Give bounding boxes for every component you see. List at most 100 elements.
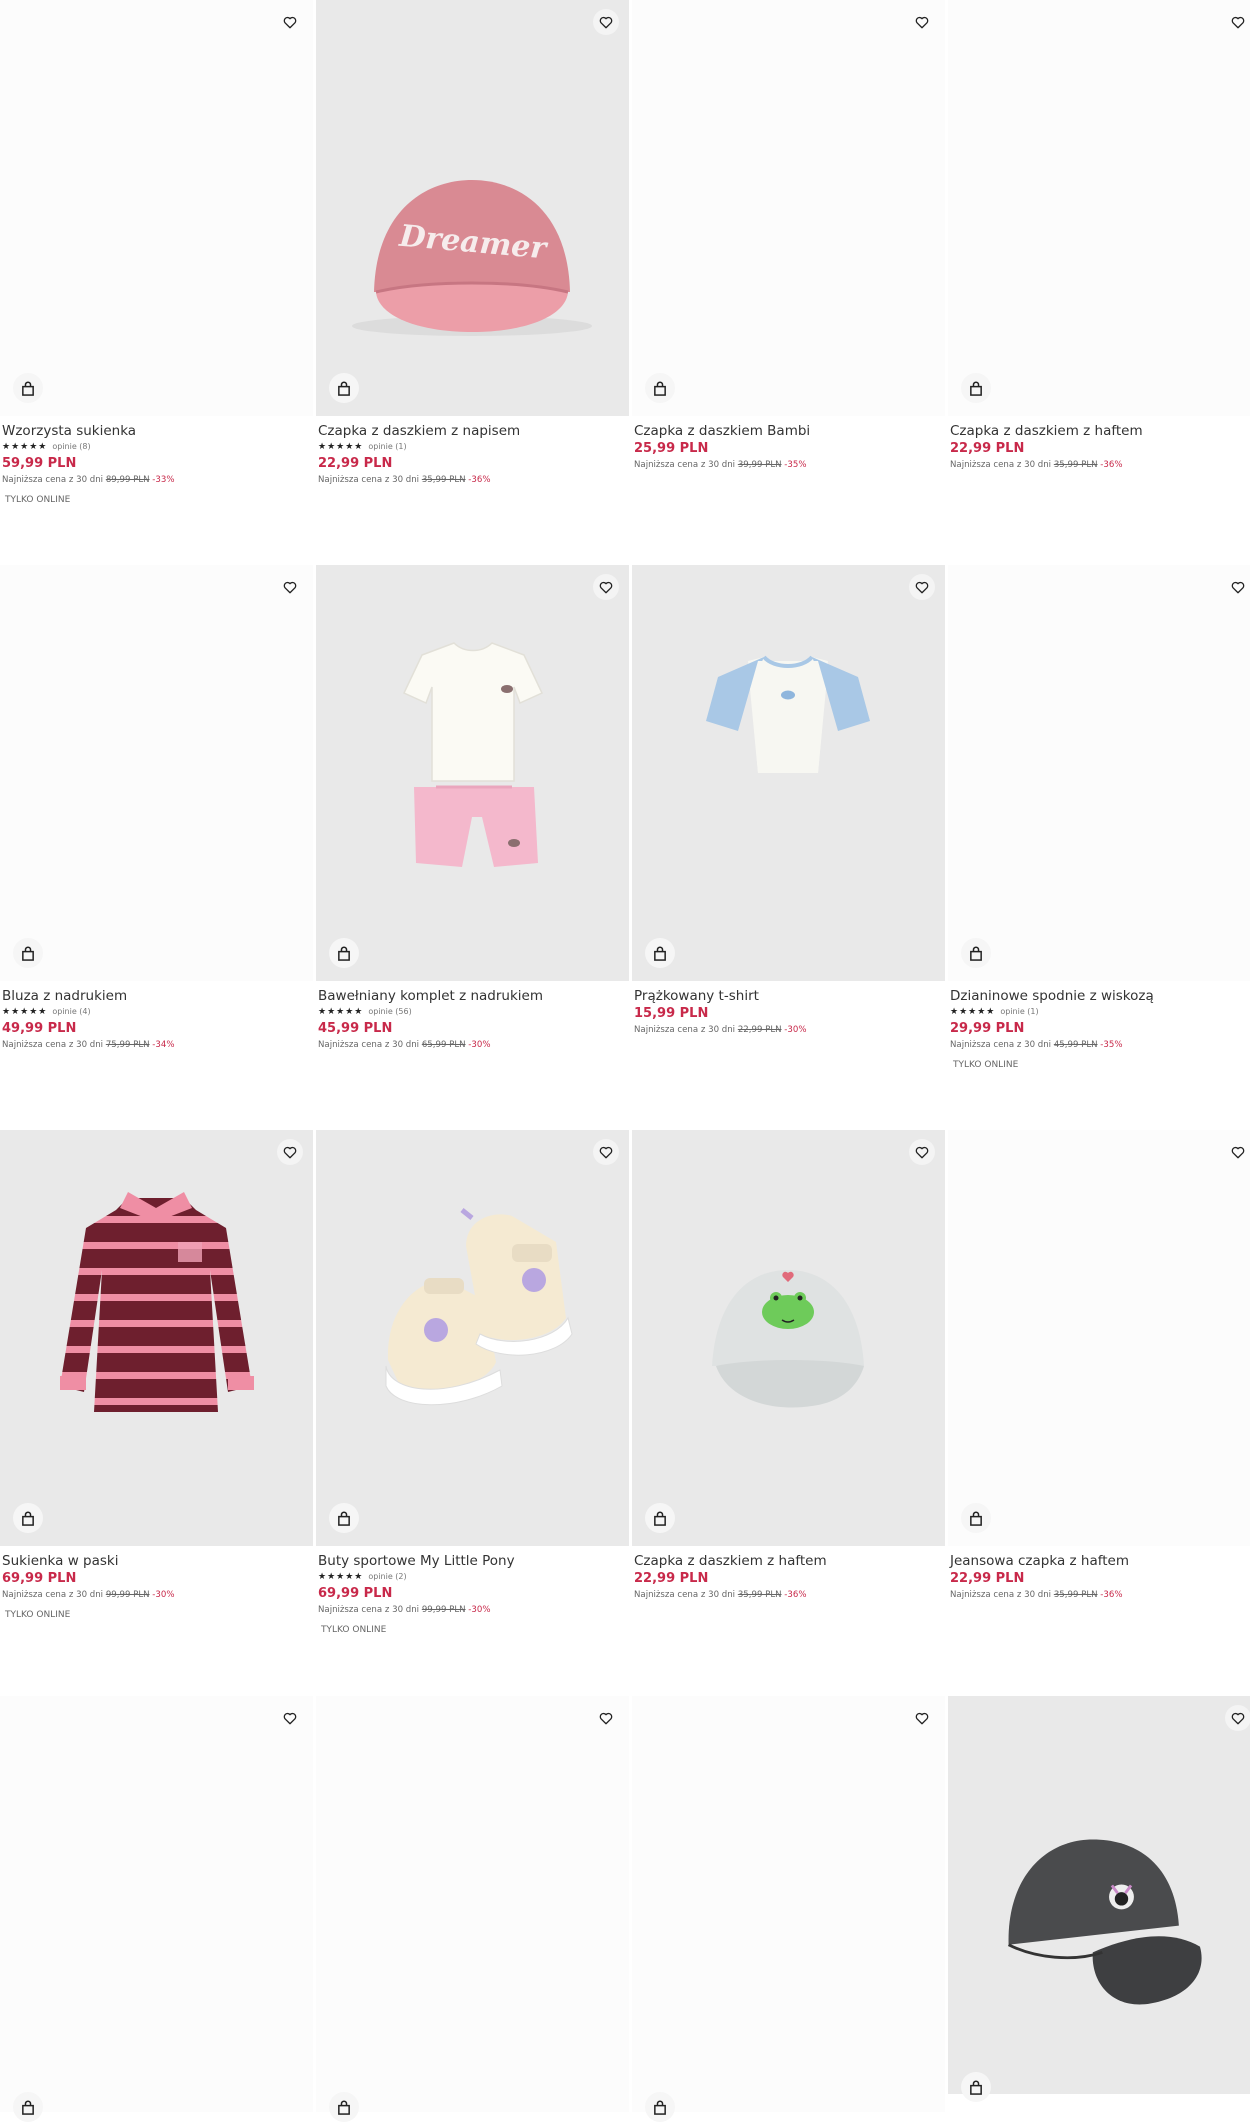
product-name[interactable]: Sukienka w paski (2, 1552, 311, 1570)
review-count[interactable]: opinie (8) (52, 441, 90, 453)
product-name[interactable]: Czapka z daszkiem z napisem (318, 422, 627, 440)
product-card[interactable] (0, 1696, 313, 2122)
product-card[interactable]: Czapka z daszkiem z haftem 22,99 PLN Naj… (948, 0, 1250, 472)
product-price: 15,99 PLN (634, 1006, 709, 1021)
shopping-bag-icon[interactable] (13, 938, 43, 968)
shopping-bag-icon[interactable] (645, 938, 675, 968)
shopping-bag-icon[interactable] (329, 2092, 359, 2122)
heart-icon[interactable] (909, 574, 935, 600)
discount: -35% (784, 460, 807, 470)
product-card[interactable]: Dreamer Czapka z daszkiem z napisem ★★★★… (316, 0, 629, 487)
product-name[interactable]: Czapka z daszkiem z haftem (634, 1552, 943, 1570)
heart-icon[interactable] (277, 1705, 303, 1731)
product-card[interactable]: Bluza z nadrukiem ★★★★★ opinie (4) 49,99… (0, 565, 313, 1052)
product-name[interactable]: Buty sportowe My Little Pony (318, 1552, 627, 1570)
product-card[interactable]: Dzianinowe spodnie z wiskozą ★★★★★ opini… (948, 565, 1250, 1071)
heart-icon[interactable] (277, 9, 303, 35)
product-name[interactable]: Jeansowa czapka z haftem (950, 1552, 1250, 1570)
lowest-price-info: Najniższa cena z 30 dni 35,99 PLN -36% (950, 1590, 1123, 1600)
heart-icon[interactable] (1225, 1705, 1250, 1731)
product-image[interactable] (0, 0, 313, 416)
shopping-bag-icon[interactable] (961, 1503, 991, 1533)
product-card[interactable] (948, 1696, 1250, 2102)
product-name[interactable]: Czapka z daszkiem z haftem (950, 422, 1250, 440)
product-image[interactable] (316, 1130, 629, 1546)
product-image[interactable]: Dreamer (316, 0, 629, 416)
old-price: 45,99 PLN (1053, 1040, 1098, 1050)
heart-icon[interactable] (593, 1139, 619, 1165)
shopping-bag-icon[interactable] (329, 373, 359, 403)
product-price: 29,99 PLN (950, 1021, 1025, 1036)
product-price: 25,99 PLN (634, 441, 709, 456)
lowest-price-info: Najniższa cena z 30 dni 35,99 PLN -36% (950, 460, 1123, 470)
product-image[interactable] (632, 1696, 945, 2122)
product-image[interactable] (0, 1696, 313, 2122)
lowest-price-info: Najniższa cena z 30 dni 35,99 PLN -36% (318, 475, 491, 485)
product-name[interactable]: Dzianinowe spodnie z wiskozą (950, 987, 1250, 1005)
heart-icon[interactable] (909, 1705, 935, 1731)
shopping-bag-icon[interactable] (961, 938, 991, 968)
shopping-bag-icon[interactable] (645, 1503, 675, 1533)
discount: -36% (468, 475, 491, 485)
review-count[interactable]: opinie (1) (368, 441, 406, 453)
product-card[interactable]: Jeansowa czapka z haftem 22,99 PLN Najni… (948, 1130, 1250, 1602)
product-card[interactable] (632, 1696, 945, 2122)
heart-icon[interactable] (1225, 9, 1250, 35)
heart-icon[interactable] (277, 1139, 303, 1165)
product-name[interactable]: Czapka z daszkiem Bambi (634, 422, 943, 440)
heart-icon[interactable] (593, 1705, 619, 1731)
review-count[interactable]: opinie (4) (52, 1006, 90, 1018)
review-count[interactable]: opinie (1) (1000, 1006, 1038, 1018)
shopping-bag-icon[interactable] (13, 373, 43, 403)
shopping-bag-icon[interactable] (13, 2092, 43, 2122)
heart-icon[interactable] (593, 9, 619, 35)
product-card[interactable]: Prążkowany t-shirt 15,99 PLN Najniższa c… (632, 565, 945, 1037)
product-image[interactable] (632, 565, 945, 981)
product-image[interactable] (632, 1130, 945, 1546)
shopping-bag-icon[interactable] (961, 373, 991, 403)
shopping-bag-icon[interactable] (329, 938, 359, 968)
product-name[interactable]: Bawełniany komplet z nadrukiem (318, 987, 627, 1005)
product-image[interactable] (948, 565, 1250, 981)
review-count[interactable]: opinie (56) (368, 1006, 411, 1018)
sneakers-icon (385, 1208, 573, 1406)
lowest-price-info: Najniższa cena z 30 dni 99,99 PLN -30% (2, 1590, 175, 1600)
product-card[interactable]: Bawełniany komplet z nadrukiem ★★★★★ opi… (316, 565, 629, 1052)
product-image[interactable] (0, 565, 313, 981)
heart-icon[interactable] (909, 1139, 935, 1165)
heart-icon[interactable] (1225, 1139, 1250, 1165)
product-name[interactable]: Prążkowany t-shirt (634, 987, 943, 1005)
product-image[interactable] (316, 565, 629, 981)
product-name[interactable]: Wzorzysta sukienka (2, 422, 311, 440)
product-price: 45,99 PLN (318, 1021, 393, 1036)
product-name[interactable]: Bluza z nadrukiem (2, 987, 311, 1005)
shopping-bag-icon[interactable] (329, 1503, 359, 1533)
product-image[interactable] (316, 1696, 629, 2122)
heart-icon[interactable] (277, 574, 303, 600)
discount: -36% (1100, 460, 1123, 470)
heart-icon[interactable] (593, 574, 619, 600)
discount: -36% (784, 1590, 807, 1600)
old-price: 22,99 PLN (737, 1025, 782, 1035)
heart-icon[interactable] (909, 9, 935, 35)
product-rating: ★★★★★ opinie (2) (318, 1571, 627, 1583)
product-image[interactable] (948, 1130, 1250, 1546)
product-card[interactable]: Czapka z daszkiem Bambi 25,99 PLN Najniż… (632, 0, 945, 472)
product-rating: ★★★★★ opinie (1) (950, 1006, 1250, 1018)
online-only-badge: TYLKO ONLINE (5, 495, 71, 505)
product-image[interactable] (0, 1130, 313, 1546)
shopping-bag-icon[interactable] (645, 2092, 675, 2122)
product-card[interactable]: Buty sportowe My Little Pony ★★★★★ opini… (316, 1130, 629, 1636)
product-image[interactable] (948, 0, 1250, 416)
review-count[interactable]: opinie (2) (368, 1571, 406, 1583)
product-image[interactable] (948, 1696, 1250, 2102)
product-card[interactable] (316, 1696, 629, 2122)
product-card[interactable]: Wzorzysta sukienka ★★★★★ opinie (8) 59,9… (0, 0, 313, 506)
shopping-bag-icon[interactable] (961, 2072, 991, 2102)
product-card[interactable]: Czapka z daszkiem z haftem 22,99 PLN Naj… (632, 1130, 945, 1602)
shopping-bag-icon[interactable] (645, 373, 675, 403)
shopping-bag-icon[interactable] (13, 1503, 43, 1533)
product-image[interactable] (632, 0, 945, 416)
heart-icon[interactable] (1225, 574, 1250, 600)
product-card[interactable]: Sukienka w paski 69,99 PLN Najniższa cen… (0, 1130, 313, 1621)
